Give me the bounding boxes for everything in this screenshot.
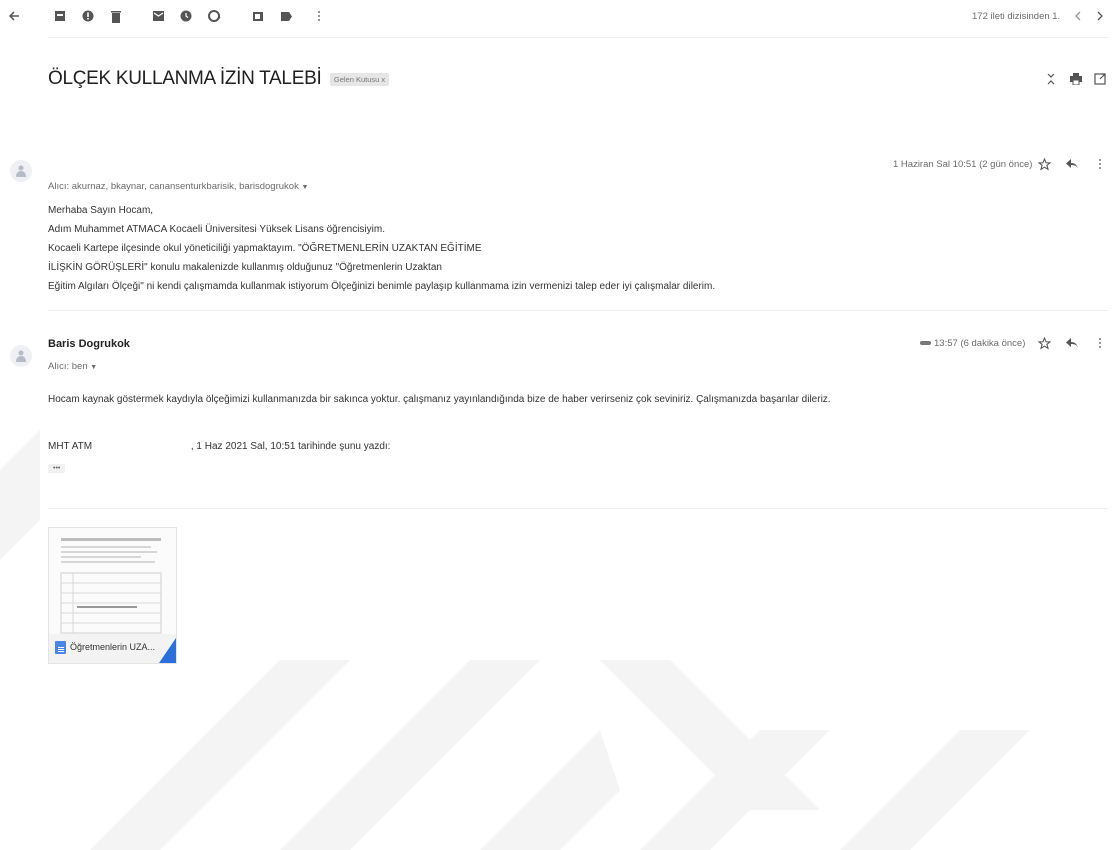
toolbar-divider: [48, 37, 1108, 38]
message1-line: İLİŞKİN GÖRÜŞLERİ" konulu makalenizde ku…: [48, 262, 442, 273]
expand-all-icon[interactable]: [1044, 70, 1058, 88]
subject-row: ÖLÇEK KULLANMA İZİN TALEBİ Gelen Kutusu …: [48, 68, 390, 90]
attachment-name: Öğretmenlerin UZA...: [70, 642, 156, 652]
attachment-card[interactable]: Öğretmenlerin UZA...: [48, 527, 177, 664]
snooze-icon[interactable]: [176, 6, 196, 26]
move-to-icon[interactable]: [248, 6, 268, 26]
more-vert-icon[interactable]: [1094, 335, 1106, 351]
mark-unread-icon[interactable]: [148, 6, 168, 26]
message-divider: [48, 310, 1108, 311]
message1-line: Kocaeli Kartepe ilçesinde okul yöneticil…: [48, 243, 482, 254]
message1-body: Merhaba Sayın Hocam, Adım Muhammet ATMAC…: [48, 201, 1088, 296]
reply-icon[interactable]: [1064, 335, 1080, 351]
quote-header: MHT ATM , 1 Haz 2021 Sal, 10:51 tarihind…: [48, 437, 390, 456]
attachment-divider: [48, 508, 1108, 509]
report-spam-icon[interactable]: [78, 6, 98, 26]
star-icon[interactable]: [1036, 335, 1052, 351]
print-icon[interactable]: [1068, 70, 1084, 88]
prev-icon[interactable]: [1070, 6, 1086, 26]
archive-icon[interactable]: [50, 6, 70, 26]
message2-sender: Baris Dogrukok: [48, 338, 130, 350]
open-in-new-window-icon[interactable]: [1092, 70, 1108, 88]
message1-recipients[interactable]: Alıcı: akurnaz, bkaynar, canansenturkbar…: [48, 181, 308, 192]
message1-date: 1 Haziran Sal 10:51 (2 gün önce): [893, 159, 1033, 170]
message2-recipient[interactable]: Alıcı: ben ▼: [48, 361, 97, 372]
show-trimmed-content-button[interactable]: •••: [48, 464, 66, 473]
subject-title: ÖLÇEK KULLANMA İZİN TALEBİ: [48, 68, 322, 89]
back-arrow-icon[interactable]: [4, 6, 24, 26]
message1-line: Adım Muhammet ATMACA Kocaeli Üniversites…: [48, 224, 385, 235]
message2-body: Hocam kaynak göstermek kaydıyla ölçeğimi…: [48, 394, 831, 405]
chevron-down-icon[interactable]: ▼: [301, 184, 308, 191]
more-vert-icon[interactable]: [312, 6, 326, 26]
watermark-pattern: [0, 430, 1030, 850]
avatar: [10, 345, 32, 367]
more-vert-icon[interactable]: [1094, 156, 1106, 172]
label-icon[interactable]: [276, 6, 296, 26]
delete-icon[interactable]: [106, 6, 126, 26]
message1-line: Merhaba Sayın Hocam,: [48, 205, 154, 216]
inbox-label-chip[interactable]: Gelen Kutusu x: [329, 73, 390, 87]
message1-line: Eğitim Algıları Ölçeği" ni kendi çalışma…: [48, 281, 716, 292]
doc-file-icon: [55, 641, 66, 654]
pagination-text: 172 ileti dizisinden 1.: [972, 11, 1061, 22]
attachment-icon: [918, 336, 932, 350]
next-icon[interactable]: [1092, 6, 1108, 26]
avatar: [10, 160, 32, 182]
add-task-icon[interactable]: [204, 6, 224, 26]
reply-icon[interactable]: [1064, 156, 1080, 172]
star-icon[interactable]: [1036, 156, 1052, 172]
quote-name: MHT ATM: [48, 441, 93, 452]
quote-header-text: , 1 Haz 2021 Sal, 10:51 tarihinde şunu y…: [190, 441, 391, 452]
message2-date: 13:57 (6 dakika önce): [934, 338, 1026, 349]
chevron-down-icon[interactable]: ▼: [90, 364, 97, 371]
